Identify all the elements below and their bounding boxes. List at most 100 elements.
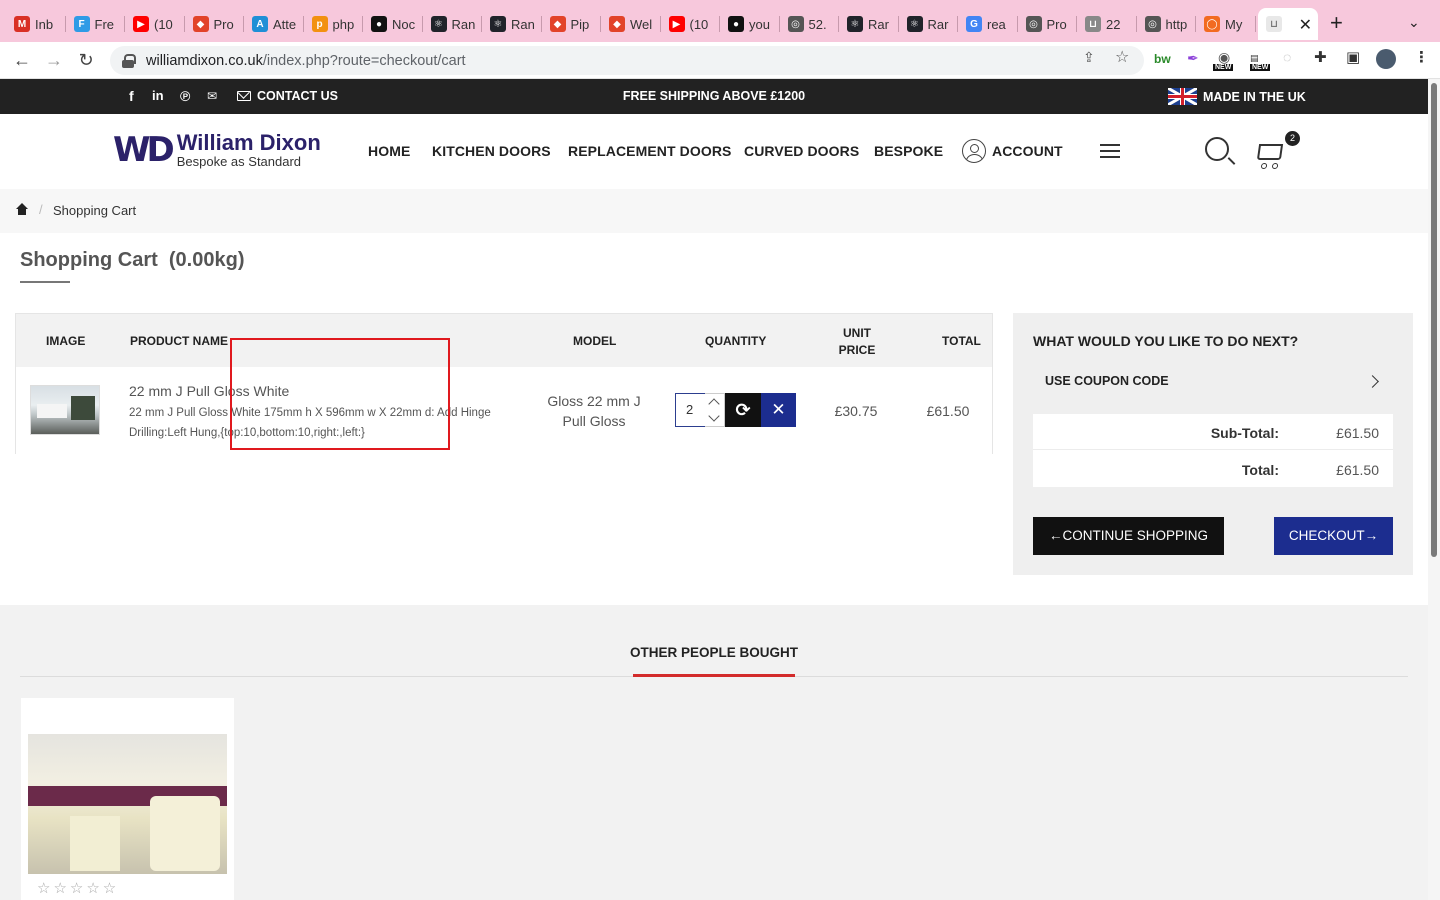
refresh-icon: ⟳ — [735, 400, 751, 420]
hamburger-menu-icon[interactable] — [1100, 144, 1120, 158]
coupon-accordion[interactable]: USE COUPON CODE — [1033, 365, 1393, 401]
rating-stars: ☆☆☆☆☆ — [37, 880, 120, 897]
related-products-title[interactable]: OTHER PEOPLE BOUGHT — [0, 645, 1428, 660]
site-logo[interactable]: WD William Dixon Bespoke as Standard — [113, 132, 321, 169]
page-scrollbar[interactable] — [1428, 79, 1440, 900]
tab-label: php — [332, 16, 355, 32]
cart-table: IMAGE PRODUCT NAME MODEL QUANTITY UNIT PR… — [15, 313, 993, 454]
browser-tab[interactable]: ◯ My — [1196, 8, 1256, 40]
nav-account[interactable]: ACCOUNT — [992, 143, 1063, 159]
chevron-up-icon[interactable] — [708, 398, 720, 410]
side-panel-icon[interactable]: ▣ — [1346, 48, 1360, 66]
profile-avatar[interactable] — [1376, 49, 1396, 69]
close-tab-icon[interactable]: ✕ — [1299, 15, 1312, 35]
extension-circle-icon[interactable]: ◌ — [1283, 49, 1291, 65]
col-quantity: QUANTITY — [705, 334, 767, 348]
site-top-bar: f in ℗ ✉ CONTACT US FREE SHIPPING ABOVE … — [0, 79, 1428, 114]
continue-shopping-button[interactable]: ←CONTINUE SHOPPING — [1033, 517, 1224, 555]
extension-pen-icon[interactable]: ✒ — [1187, 50, 1199, 67]
account-icon[interactable] — [962, 139, 986, 163]
related-product-card[interactable]: ☆☆☆☆☆ — [21, 698, 234, 900]
tab-label: http — [1165, 16, 1188, 32]
browser-tab[interactable]: ⊔ 22 — [1077, 8, 1137, 40]
tab-label: Wel — [630, 16, 653, 32]
browser-tab[interactable]: ⚛ Ran — [423, 8, 482, 40]
scrollbar-thumb[interactable] — [1431, 83, 1437, 557]
browser-tab[interactable]: ◆ Pro — [185, 8, 244, 40]
nav-kitchen-doors[interactable]: KITCHEN DOORS — [432, 143, 551, 159]
browser-tab[interactable]: ⚛ Rar — [899, 8, 958, 40]
browser-tab[interactable]: ▶ (10 — [125, 8, 185, 40]
browser-tab[interactable]: ● Noc — [363, 8, 423, 40]
tab-label: rea — [987, 16, 1006, 32]
nav-home[interactable]: HOME — [368, 143, 410, 159]
tab-separator — [1254, 16, 1256, 32]
extension-bw-icon[interactable]: bw — [1154, 52, 1171, 66]
gitlab-icon: ◆ — [192, 16, 209, 32]
browser-tab[interactable]: ▶ (10 — [661, 8, 720, 40]
next-steps-title: WHAT WOULD YOU LIKE TO DO NEXT? — [1033, 333, 1299, 349]
browser-tab[interactable]: ◆ Pip — [542, 8, 601, 40]
browser-tab[interactable]: p php — [304, 8, 363, 40]
youtube-icon: ▶ — [133, 16, 149, 32]
search-icon[interactable] — [1205, 137, 1229, 161]
nav-replacement-doors[interactable]: REPLACEMENT DOORS — [568, 143, 732, 159]
product-thumbnail[interactable] — [30, 385, 100, 435]
share-icon[interactable]: ⇪ — [1083, 49, 1095, 66]
back-arrow-icon[interactable]: ← — [10, 48, 34, 72]
cart-icon[interactable] — [1256, 144, 1284, 160]
browser-tab[interactable]: ◎ Pro — [1018, 8, 1077, 40]
youtube-icon: ▶ — [668, 16, 685, 32]
extensions-puzzle-icon[interactable]: ✚ — [1314, 48, 1327, 66]
github-icon: ● — [728, 16, 744, 32]
made-in-uk-label: MADE IN THE UK — [1203, 89, 1306, 104]
address-bar[interactable]: williamdixon.co.uk/index.php?route=check… — [110, 46, 1144, 75]
browser-tab[interactable]: ● you — [720, 8, 780, 40]
chevron-right-icon — [1366, 375, 1379, 388]
browser-tab[interactable]: A Atte — [244, 8, 304, 40]
browser-tab[interactable]: ◎ http — [1137, 8, 1196, 40]
tab-label: Rar — [868, 16, 889, 32]
quantity-stepper[interactable] — [705, 393, 725, 427]
react-icon: ⚛ — [430, 16, 447, 32]
home-icon[interactable] — [16, 203, 28, 215]
quantity-input[interactable]: 2 — [675, 393, 705, 427]
extension-news-icon[interactable]: ▤ — [1250, 53, 1259, 64]
nav-bespoke[interactable]: BESPOKE — [874, 143, 943, 159]
reload-icon[interactable]: ↻ — [74, 48, 98, 72]
app-icon: A — [252, 16, 268, 32]
page-title-text: Shopping Cart — [20, 249, 158, 271]
tab-search-chevron-icon[interactable]: ⌄ — [1408, 14, 1420, 31]
browser-tab[interactable]: F Fre — [66, 8, 125, 40]
cart-favicon-icon: ⊔ — [1266, 16, 1282, 32]
checkout-button[interactable]: CHECKOUT→ — [1274, 517, 1393, 555]
total-value: £61.50 — [1336, 462, 1379, 478]
product-name-link[interactable]: 22 mm J Pull Gloss White — [129, 383, 289, 399]
breadcrumb-current[interactable]: Shopping Cart — [53, 203, 136, 218]
update-quantity-button[interactable]: ⟳ — [725, 393, 761, 427]
col-model: MODEL — [573, 334, 617, 348]
browser-tab[interactable]: ◎ 52. — [780, 8, 839, 40]
browser-tab[interactable]: ⚛ Ran — [482, 8, 542, 40]
browser-menu-icon[interactable]: ⋮ — [1414, 48, 1429, 66]
remove-item-button[interactable]: ✕ — [761, 393, 796, 427]
related-product-image[interactable] — [28, 734, 227, 874]
globe-icon: ◎ — [787, 16, 804, 32]
new-tab-button[interactable]: + — [1330, 12, 1343, 34]
nav-curved-doors[interactable]: CURVED DOORS — [744, 143, 859, 159]
active-tab-underline — [633, 674, 795, 677]
tab-label: Noc — [392, 16, 416, 32]
forward-arrow-icon[interactable]: → — [42, 48, 66, 72]
react-icon: ⚛ — [847, 16, 863, 32]
react-icon: ⚛ — [490, 16, 506, 32]
bookmark-star-icon[interactable]: ☆ — [1115, 47, 1129, 67]
chevron-down-icon[interactable] — [708, 410, 720, 422]
browser-tab[interactable]: Grea — [958, 8, 1018, 40]
cart-count-badge: 2 — [1285, 131, 1300, 146]
active-tab[interactable]: ⊔ ✕ — [1258, 8, 1318, 40]
tab-label: (10 — [689, 16, 709, 32]
browser-tab[interactable]: M Inb — [6, 8, 66, 40]
browser-tab[interactable]: ◆ Wel — [601, 8, 661, 40]
browser-tab[interactable]: ⚛ Rar — [839, 8, 899, 40]
checkout-label: CHECKOUT — [1288, 528, 1365, 543]
